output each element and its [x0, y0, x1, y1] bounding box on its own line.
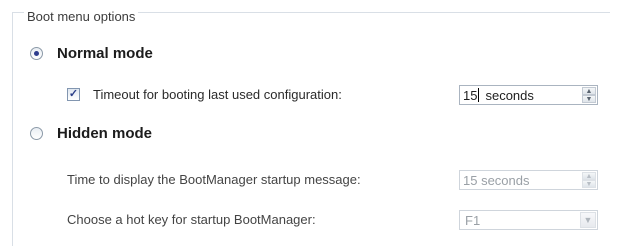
timeout-value[interactable]: 15	[460, 88, 477, 103]
hidden-mode-radio-row[interactable]: Hidden mode	[30, 125, 152, 142]
display-time-spin-arrows[interactable]: ▲ ▼	[582, 172, 596, 188]
spin-up-icon[interactable]: ▲	[582, 172, 596, 180]
hidden-mode-radio[interactable]	[30, 127, 43, 140]
spin-down-icon[interactable]: ▼	[582, 180, 596, 188]
normal-mode-radio-row[interactable]: Normal mode	[30, 45, 153, 62]
group-title: Boot menu options	[24, 9, 139, 24]
hidden-mode-label[interactable]: Hidden mode	[57, 125, 152, 142]
hotkey-select[interactable]: F1 ▼	[459, 210, 598, 230]
spin-up-icon[interactable]: ▲	[582, 87, 596, 95]
timeout-unit: seconds	[485, 87, 534, 103]
normal-mode-radio[interactable]	[30, 47, 43, 60]
timeout-checkbox[interactable]: ✓	[67, 88, 80, 101]
timeout-spinbox[interactable]: 15 seconds ▲ ▼	[459, 85, 598, 105]
hotkey-label: Choose a hot key for startup BootManager…	[67, 212, 316, 227]
text-cursor	[478, 88, 480, 102]
display-time-value[interactable]: 15 seconds	[460, 173, 530, 188]
display-time-label: Time to display the BootManager startup …	[67, 172, 361, 187]
timeout-spin-arrows[interactable]: ▲ ▼	[582, 87, 596, 103]
normal-mode-label[interactable]: Normal mode	[57, 45, 153, 62]
hotkey-value[interactable]: F1	[460, 213, 480, 228]
chevron-down-icon[interactable]: ▼	[580, 212, 596, 228]
timeout-label[interactable]: Timeout for booting last used configurat…	[93, 87, 342, 102]
display-time-spinbox[interactable]: 15 seconds ▲ ▼	[459, 170, 598, 190]
timeout-checkbox-row[interactable]: ✓ Timeout for booting last used configur…	[67, 87, 342, 102]
hotkey-row: Choose a hot key for startup BootManager…	[67, 212, 316, 227]
spin-down-icon[interactable]: ▼	[582, 95, 596, 103]
display-time-row: Time to display the BootManager startup …	[67, 172, 361, 187]
